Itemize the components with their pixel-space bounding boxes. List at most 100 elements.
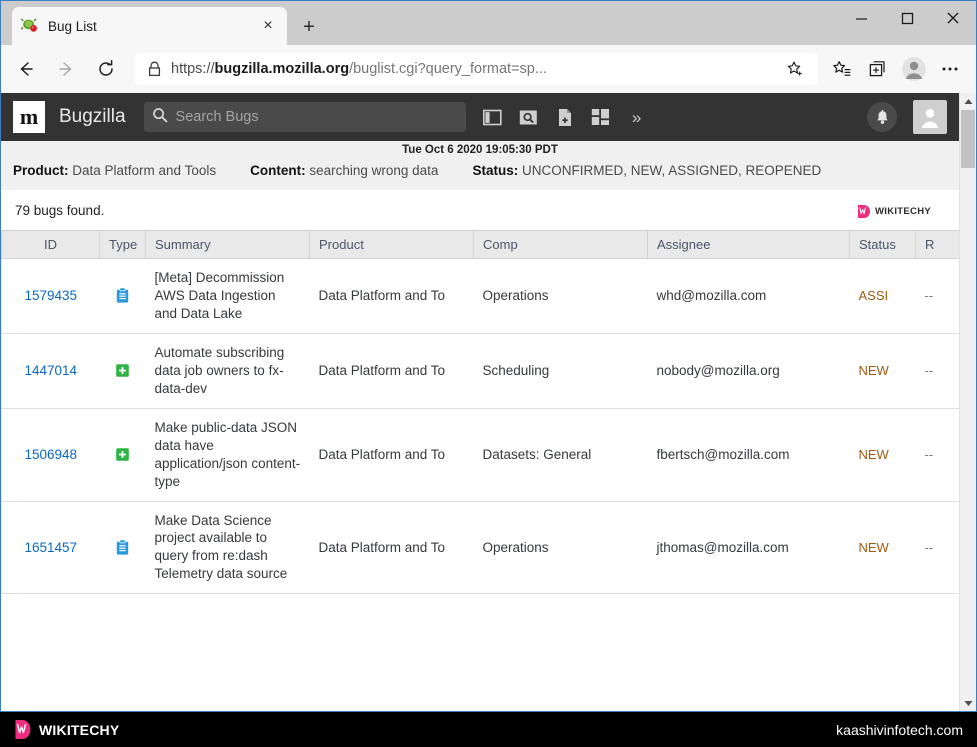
table-row[interactable]: 1579435 [2, 259, 960, 334]
filter-content: Content: searching wrong data [250, 163, 438, 178]
wikitechy-logo-icon [14, 719, 33, 740]
dashboard-grid-icon[interactable] [590, 106, 612, 128]
column-header-summary[interactable]: Summary [146, 231, 310, 259]
filter-status-value: UNCONFIRMED, NEW, ASSIGNED, REOPENED [522, 163, 821, 178]
new-tab-button[interactable]: + [295, 13, 323, 41]
bug-summary[interactable]: Make Data Science project available to q… [146, 501, 310, 594]
table-row[interactable]: 1447014 Automate subs [2, 333, 960, 408]
browser-toolbar: https://bugzilla.mozilla.org/buglist.cgi… [1, 45, 976, 93]
wikitechy-watermark-text: WIKITECHY [875, 206, 931, 217]
mozilla-logo-icon[interactable]: m [13, 101, 45, 133]
bug-product: Data Platform and To [310, 501, 474, 594]
bug-summary[interactable]: [Meta] Decommission AWS Data Ingestion a… [146, 259, 310, 334]
profile-avatar-icon[interactable] [896, 52, 932, 86]
bell-icon[interactable] [867, 102, 897, 132]
window-controls [838, 1, 976, 45]
bug-resolution: -- [925, 540, 934, 555]
bug-id-link[interactable]: 1579435 [24, 288, 77, 303]
close-window-button[interactable] [930, 1, 976, 35]
filter-product: Product: Data Platform and Tools [13, 163, 216, 178]
bug-comp: Operations [474, 501, 648, 594]
bug-comp: Operations [474, 259, 648, 334]
bug-product: Data Platform and To [310, 408, 474, 501]
chevron-double-right-icon[interactable]: » [626, 106, 648, 128]
back-button[interactable] [9, 52, 43, 86]
results-count: 79 bugs found. [15, 203, 104, 218]
column-header-resolution[interactable]: R [916, 231, 960, 259]
minimize-button[interactable] [838, 1, 884, 35]
forward-button [49, 52, 83, 86]
enhancement-plus-icon [114, 446, 131, 463]
browse-search-icon[interactable] [518, 106, 540, 128]
bug-status: NEW [859, 363, 889, 378]
bug-id-link[interactable]: 1651457 [24, 540, 77, 555]
vertical-scrollbar[interactable] [959, 93, 976, 712]
bug-resolution: -- [925, 363, 934, 378]
maximize-button[interactable] [884, 1, 930, 35]
table-header-row: ID Type Summary Product Comp Assignee St… [2, 231, 960, 259]
scroll-up-arrow-icon[interactable] [960, 93, 976, 110]
lock-icon [141, 61, 167, 77]
footer-site-url: kaashivinfotech.com [836, 722, 963, 738]
browser-tab-bug-list[interactable]: Bug List × [12, 7, 287, 45]
bug-summary[interactable]: Automate subscribing data job owners to … [146, 333, 310, 408]
bug-status: NEW [859, 447, 889, 462]
address-bar[interactable]: https://bugzilla.mozilla.org/buglist.cgi… [135, 53, 818, 85]
favorites-list-icon[interactable] [824, 52, 860, 86]
reload-button[interactable] [89, 52, 123, 86]
page-content: m Bugzilla Search Bugs [1, 93, 959, 712]
user-avatar[interactable] [913, 100, 947, 134]
filter-product-label: Product: [13, 163, 69, 178]
footer-brand-text: WIKITECHY [39, 722, 119, 738]
column-header-comp[interactable]: Comp [474, 231, 648, 259]
more-chevrons: » [632, 109, 641, 126]
star-plus-icon[interactable] [778, 54, 812, 84]
column-header-status[interactable]: Status [850, 231, 916, 259]
sidebar-panel-icon[interactable] [482, 106, 504, 128]
tab-close-icon[interactable]: × [257, 15, 279, 37]
bugzilla-brand[interactable]: Bugzilla [59, 106, 126, 128]
bug-assignee: whd@mozilla.com [648, 259, 850, 334]
bug-product: Data Platform and To [310, 259, 474, 334]
footer-brand: WIKITECHY [14, 719, 119, 740]
task-clipboard-icon [114, 287, 131, 304]
table-row[interactable]: 1651457 [2, 501, 960, 594]
table-row[interactable]: 1506948 Make public-d [2, 408, 960, 501]
bug-status: ASSI [859, 288, 889, 303]
column-header-product[interactable]: Product [310, 231, 474, 259]
address-bar-url: https://bugzilla.mozilla.org/buglist.cgi… [167, 61, 778, 77]
bug-list-table: ID Type Summary Product Comp Assignee St… [1, 230, 959, 594]
bug-id-link[interactable]: 1506948 [24, 447, 77, 462]
bug-product: Data Platform and To [310, 333, 474, 408]
browser-window: Bug List × + [0, 0, 977, 712]
wikitechy-watermark: WIKITECHY [857, 204, 931, 219]
bug-assignee: jthomas@mozilla.com [648, 501, 850, 594]
scroll-down-arrow-icon[interactable] [960, 695, 976, 712]
column-header-type[interactable]: Type [100, 231, 146, 259]
bugzilla-bug-favicon-icon [20, 16, 40, 36]
results-bar: 79 bugs found. WIKITECHY [1, 190, 959, 230]
bug-id-link[interactable]: 1447014 [24, 363, 77, 378]
collections-icon[interactable] [860, 52, 896, 86]
bug-assignee: fbertsch@mozilla.com [648, 408, 850, 501]
browser-settings-button[interactable] [932, 52, 968, 86]
column-header-assignee[interactable]: Assignee [648, 231, 850, 259]
bugzilla-header: m Bugzilla Search Bugs [1, 93, 959, 141]
filter-product-value: Data Platform and Tools [72, 163, 216, 178]
url-host: bugzilla.mozilla.org [215, 61, 350, 77]
scrollbar-thumb[interactable] [961, 110, 975, 168]
new-bug-icon[interactable] [554, 106, 576, 128]
bug-resolution: -- [925, 447, 934, 462]
column-header-id[interactable]: ID [2, 231, 100, 259]
search-placeholder: Search Bugs [176, 109, 259, 125]
bugzilla-content: Tue Oct 6 2020 19:05:30 PDT Product: Dat… [1, 141, 959, 594]
bug-status: NEW [859, 540, 889, 555]
page-viewport: m Bugzilla Search Bugs [1, 93, 976, 712]
search-bugs-input[interactable]: Search Bugs [144, 102, 466, 132]
enhancement-plus-icon [114, 362, 131, 379]
bug-summary[interactable]: Make public-data JSON data have applicat… [146, 408, 310, 501]
bug-comp: Datasets: General [474, 408, 648, 501]
bug-resolution: -- [925, 288, 934, 303]
footer-bar: WIKITECHY kaashivinfotech.com [0, 712, 977, 747]
bug-comp: Scheduling [474, 333, 648, 408]
